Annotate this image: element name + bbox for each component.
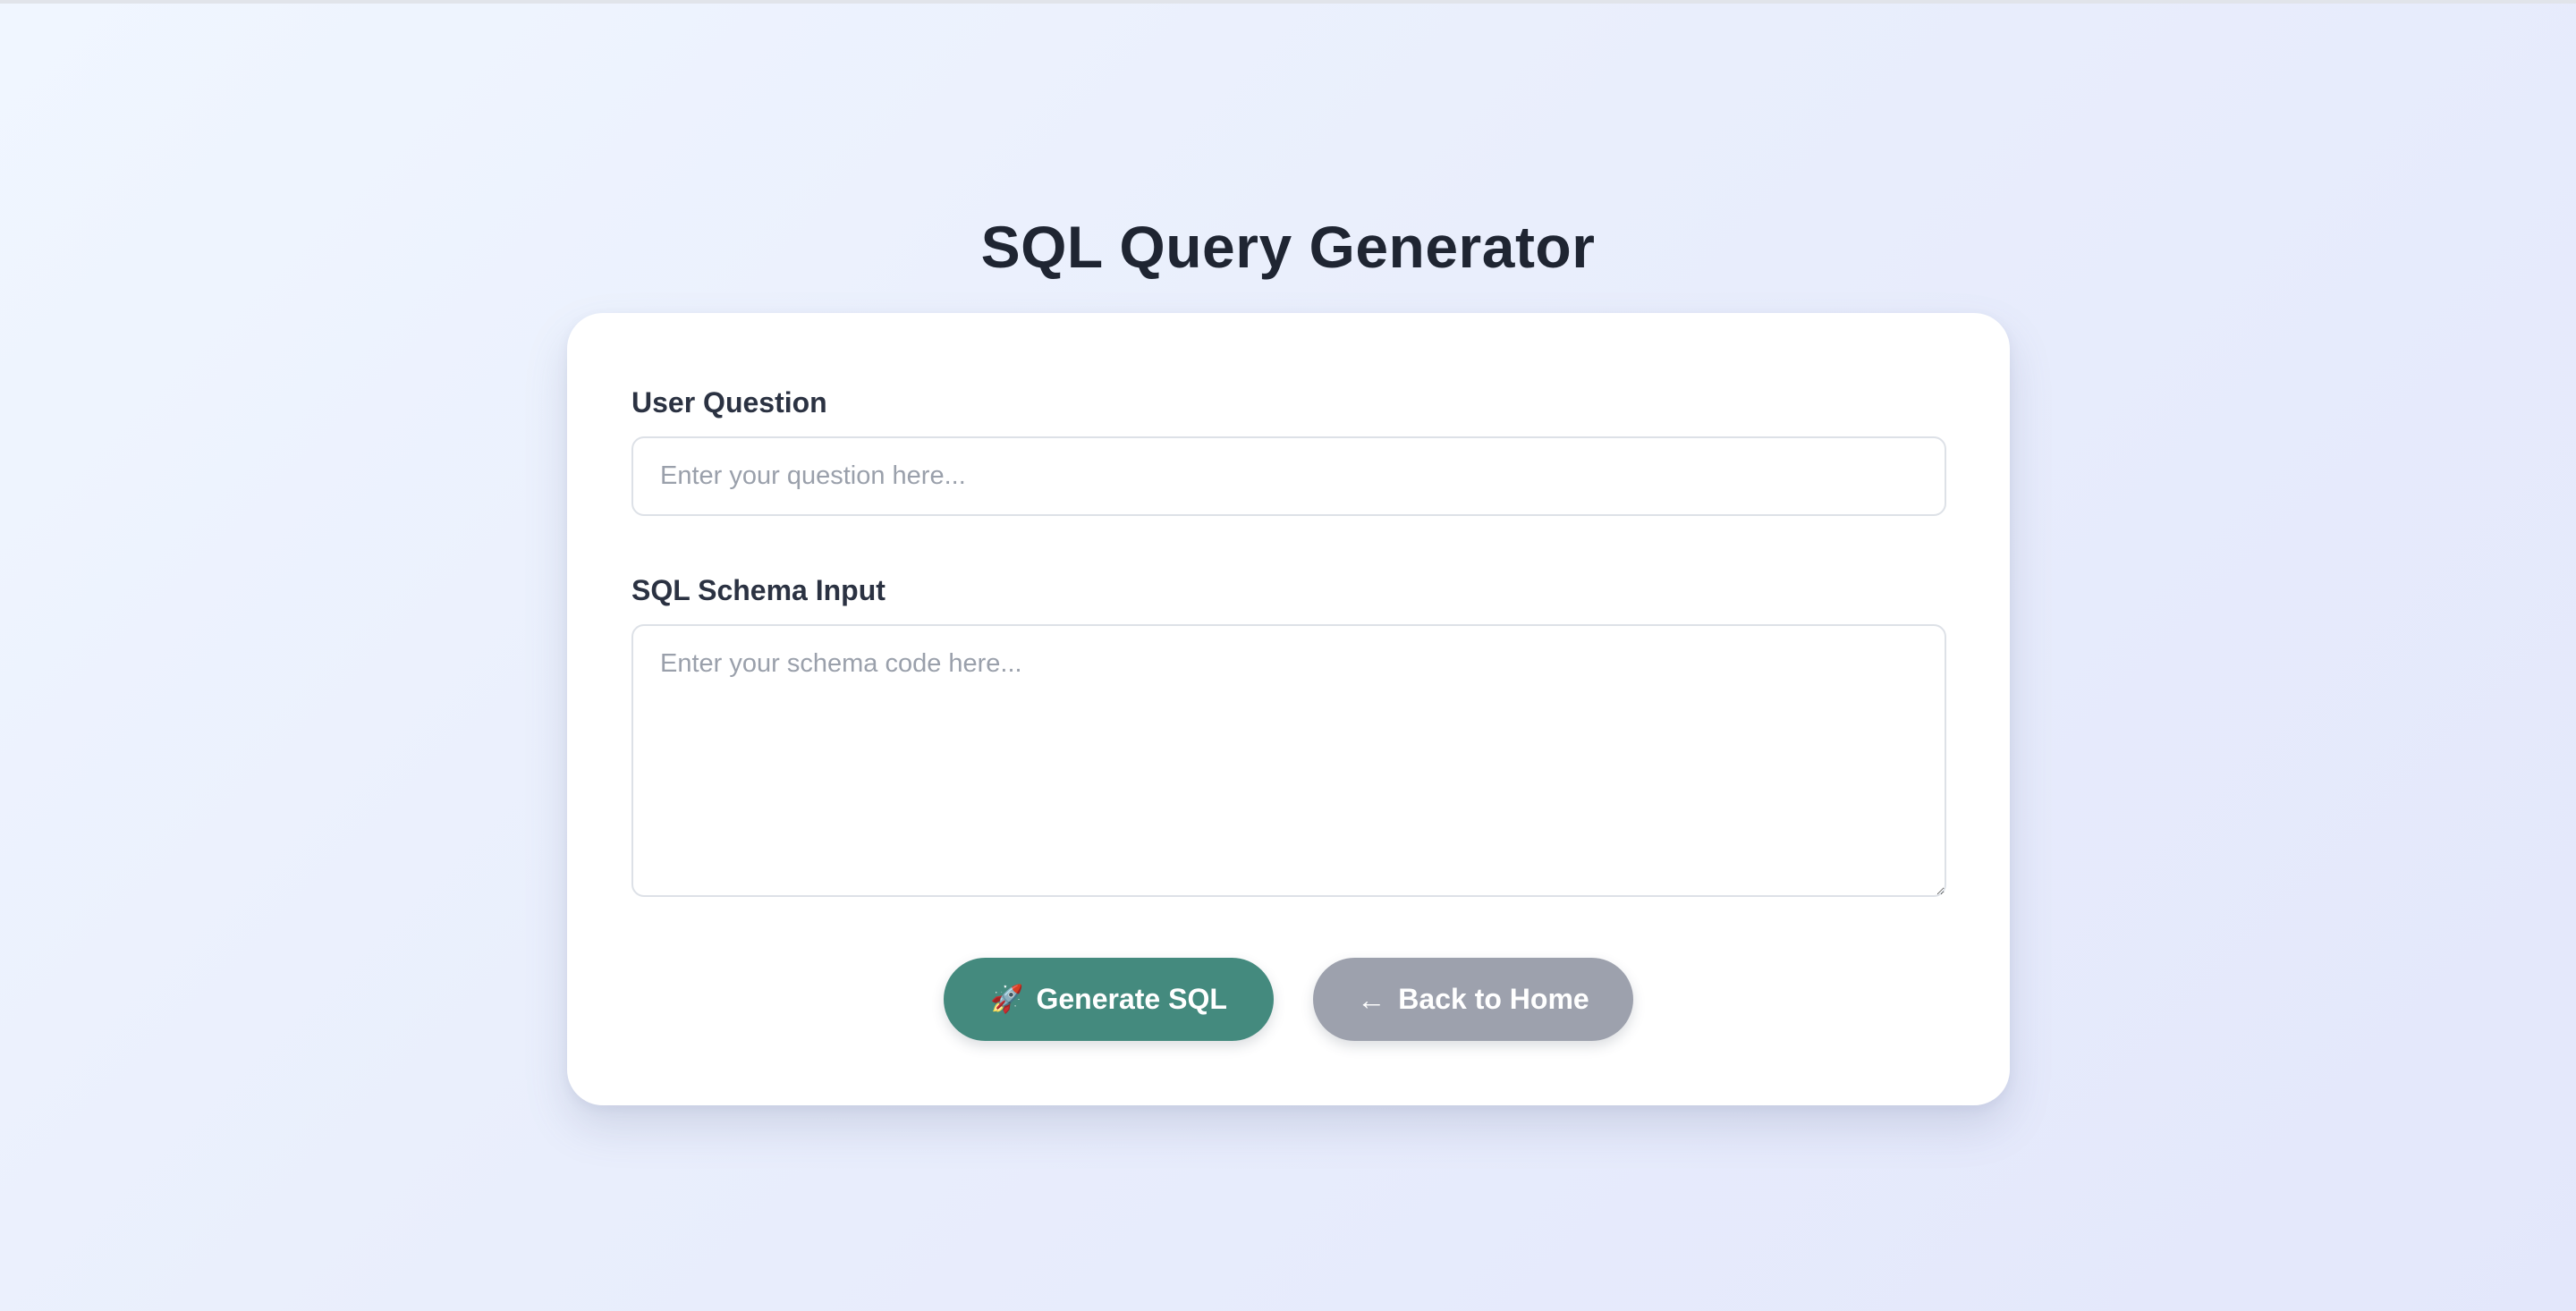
left-arrow-icon: ← [1357,983,1386,1016]
top-divider [0,0,2576,4]
user-question-input[interactable] [631,436,1946,516]
page-title: SQL Query Generator [980,214,1596,280]
generate-sql-button[interactable]: 🚀 Generate SQL [944,958,1274,1041]
back-to-home-label: Back to Home [1398,983,1589,1015]
rocket-icon: 🚀 [990,984,1024,1014]
user-question-label: User Question [631,386,827,419]
form-card: User Question SQL Schema Input 🚀 Generat… [567,313,2010,1105]
sql-schema-label: SQL Schema Input [631,574,886,606]
generate-sql-label: Generate SQL [1036,983,1227,1015]
sql-schema-textarea[interactable] [631,624,1946,897]
back-to-home-button[interactable]: ← Back to Home [1313,958,1633,1041]
